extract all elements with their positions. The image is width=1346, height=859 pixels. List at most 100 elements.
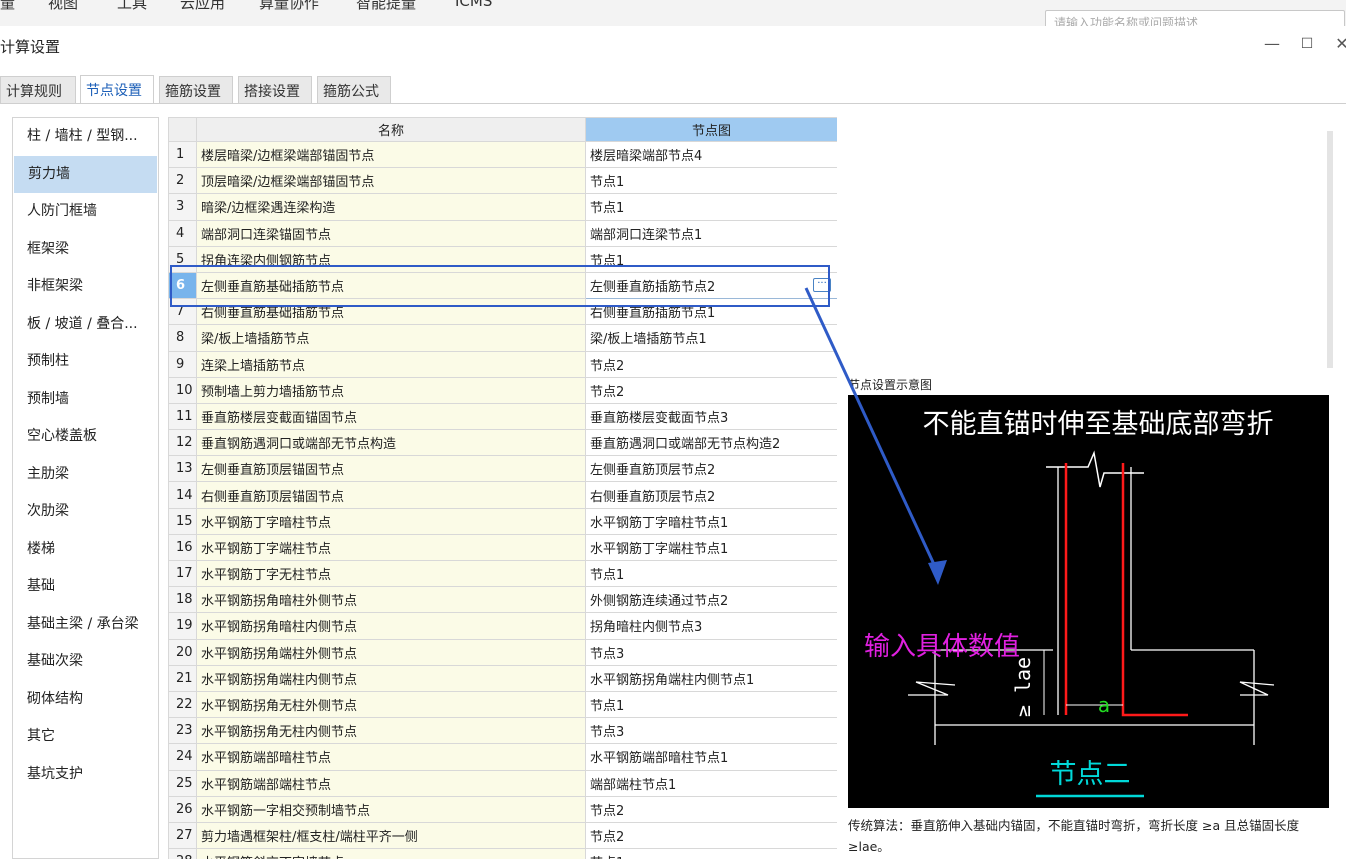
table-row[interactable]: 9 连梁上墙插筋节点 节点2 [168,350,837,378]
row-node-value[interactable]: 端部端柱节点1 [585,769,837,797]
minimize-button[interactable]: — [1262,34,1282,53]
row-name: 水平钢筋拐角暗柱内侧节点 [196,612,586,640]
table-row[interactable]: 15 水平钢筋丁字暗柱节点 水平钢筋丁字暗柱节点1 [168,507,837,535]
row-node-value[interactable]: 节点1 [585,559,837,588]
row-node-value[interactable]: 节点1 [585,690,837,719]
table-row[interactable]: 22 水平钢筋拐角无柱外侧节点 节点1 [168,690,837,719]
row-node-value[interactable]: 节点3 [585,638,837,666]
table-row[interactable]: 3 暗梁/边框梁遇连梁构造 节点1 [168,193,837,221]
maximize-button[interactable]: ☐ [1297,36,1317,52]
vertical-scrollbar[interactable] [1327,131,1333,368]
tab-node-settings[interactable]: 节点设置 [80,75,154,104]
category-item[interactable]: 非框架梁 [13,268,158,306]
row-node-value[interactable]: 节点1 [585,848,837,859]
row-node-value[interactable]: 梁/板上墙插筋节点1 [585,324,837,352]
category-item[interactable]: 次肋梁 [13,493,158,531]
row-node-value[interactable]: 节点2 [585,795,837,823]
table-row[interactable]: 13 左侧垂直筋顶层锚固节点 左侧垂直筋顶层节点2 [168,455,837,483]
row-node-value[interactable]: 楼层暗梁端部节点4 [585,140,837,169]
row-node-value[interactable]: 节点3 [585,717,837,745]
ellipsis-button[interactable]: ··· [813,277,831,292]
row-node-value[interactable]: 垂直筋楼层变截面节点3 [585,402,837,431]
table-row[interactable]: 12 垂直钢筋遇洞口或端部无节点构造 垂直筋遇洞口或端部无节点构造2 [168,429,837,457]
category-item[interactable]: 人防门框墙 [13,193,158,231]
row-node-value[interactable]: 右侧垂直筋插筋节点1 [585,298,837,326]
table-row[interactable]: 14 右侧垂直筋顶层锚固节点 右侧垂直筋顶层节点2 [168,481,837,509]
row-number: 26 [168,795,197,823]
row-node-text: 节点3 [590,646,625,662]
table-row[interactable]: 2 顶层暗梁/边框梁端部锚固节点 节点1 [168,167,837,195]
row-node-text: 节点3 [590,725,625,741]
tab-lap-settings[interactable]: 搭接设置 [238,76,312,103]
table-row[interactable]: 4 端部洞口连梁锚固节点 端部洞口连梁节点1 [168,219,837,247]
row-node-value[interactable]: 左侧垂直筋插筋节点2 ··· [585,271,837,300]
category-item[interactable]: 柱 / 墙柱 / 型钢... [13,118,158,156]
close-button[interactable]: ✕ [1332,34,1346,53]
row-node-value[interactable]: 节点2 [585,821,837,850]
table-row[interactable]: 10 预制墙上剪力墙插筋节点 节点2 [168,376,837,404]
table-row[interactable]: 6 左侧垂直筋基础插筋节点 左侧垂直筋插筋节点2 ··· [168,271,837,300]
table-row[interactable]: 8 梁/板上墙插筋节点 梁/板上墙插筋节点1 [168,324,837,352]
category-item[interactable]: 预制柱 [13,343,158,381]
table-row[interactable]: 5 拐角连梁内侧钢筋节点 节点1 [168,245,837,273]
row-node-value[interactable]: 节点1 [585,245,837,273]
table-row[interactable]: 24 水平钢筋端部暗柱节点 水平钢筋端部暗柱节点1 [168,743,837,771]
menu-item-view[interactable]: 视图 [48,0,78,13]
table-row[interactable]: 18 水平钢筋拐角暗柱外侧节点 外侧钢筋连续通过节点2 [168,586,837,614]
row-name: 垂直钢筋遇洞口或端部无节点构造 [196,429,586,457]
row-node-value[interactable]: 垂直筋遇洞口或端部无节点构造2 [585,429,837,457]
menu-item-collab[interactable]: 算量协作 [259,0,319,13]
row-node-text: 节点1 [590,699,625,715]
category-item[interactable]: 基坑支护 [13,756,158,794]
tab-calc-rules[interactable]: 计算规则 [0,76,76,103]
category-item[interactable]: 剪力墙 [14,155,157,193]
row-node-value[interactable]: 水平钢筋端部暗柱节点1 [585,743,837,771]
category-item[interactable]: 空心楼盖板 [13,418,158,456]
row-node-value[interactable]: 节点1 [585,167,837,195]
menu-item-icms[interactable]: ICMS [455,0,492,10]
category-item[interactable]: 砌体结构 [13,681,158,719]
row-node-value[interactable]: 左侧垂直筋顶层节点2 [585,455,837,483]
menu-search-input[interactable]: 请输入功能名称或问题描述 [1045,10,1345,26]
table-row[interactable]: 17 水平钢筋丁字无柱节点 节点1 [168,559,837,588]
row-node-value[interactable]: 节点2 [585,376,837,404]
table-row[interactable]: 16 水平钢筋丁字端柱节点 水平钢筋丁字端柱节点1 [168,533,837,562]
row-number: 13 [168,455,197,483]
table-row[interactable]: 19 水平钢筋拐角暗柱内侧节点 拐角暗柱内侧节点3 [168,612,837,640]
category-item[interactable]: 预制墙 [13,381,158,419]
category-item[interactable]: 基础 [13,568,158,606]
category-item[interactable]: 板 / 坡道 / 叠合... [13,306,158,344]
row-node-value[interactable]: 水平钢筋丁字端柱节点1 [585,533,837,562]
table-row[interactable]: 20 水平钢筋拐角端柱外侧节点 节点3 [168,638,837,666]
table-row[interactable]: 23 水平钢筋拐角无柱内侧节点 节点3 [168,717,837,745]
category-item[interactable]: 基础次梁 [13,643,158,681]
table-row[interactable]: 25 水平钢筋端部端柱节点 端部端柱节点1 [168,769,837,797]
row-node-value[interactable]: 端部洞口连梁节点1 [585,219,837,247]
menu-item-tools[interactable]: 工具 [117,0,147,13]
row-node-value[interactable]: 节点2 [585,350,837,378]
tab-stirrup-formula[interactable]: 箍筋公式 [317,76,391,103]
tab-stirrup-settings[interactable]: 箍筋设置 [159,76,233,103]
table-row[interactable]: 1 楼层暗梁/边框梁端部锚固节点 楼层暗梁端部节点4 [168,140,837,169]
table-row[interactable]: 26 水平钢筋一字相交预制墙节点 节点2 [168,795,837,823]
row-node-value[interactable]: 右侧垂直筋顶层节点2 [585,481,837,509]
row-node-value[interactable]: 水平钢筋拐角端柱内侧节点1 [585,664,837,692]
row-node-value[interactable]: 水平钢筋丁字暗柱节点1 [585,507,837,535]
table-row[interactable]: 11 垂直筋楼层变截面锚固节点 垂直筋楼层变截面节点3 [168,402,837,431]
category-item[interactable]: 其它 [13,718,158,756]
menu-item-smart[interactable]: 智能提量 [356,0,416,13]
category-item[interactable]: 楼梯 [13,531,158,569]
category-item[interactable]: 框架梁 [13,231,158,269]
row-node-value[interactable]: 节点1 [585,193,837,221]
table-row[interactable]: 28水平钢筋斜交丁字墙节点节点1 [168,848,837,859]
menu-item-cloud[interactable]: 云应用 [180,0,225,13]
table-row[interactable]: 7 右侧垂直筋基础插筋节点 右侧垂直筋插筋节点1 [168,298,837,326]
menu-item-query[interactable]: 量 [0,0,15,13]
category-item[interactable]: 主肋梁 [13,456,158,494]
table-row[interactable]: 21 水平钢筋拐角端柱内侧节点 水平钢筋拐角端柱内侧节点1 [168,664,837,692]
row-node-text: 垂直筋楼层变截面节点3 [590,410,729,426]
row-node-value[interactable]: 外侧钢筋连续通过节点2 [585,586,837,614]
row-node-value[interactable]: 拐角暗柱内侧节点3 [585,612,837,640]
category-item[interactable]: 基础主梁 / 承台梁 [13,606,158,644]
table-row[interactable]: 27 剪力墙遇框架柱/框支柱/端柱平齐一侧 节点2 [168,821,837,850]
